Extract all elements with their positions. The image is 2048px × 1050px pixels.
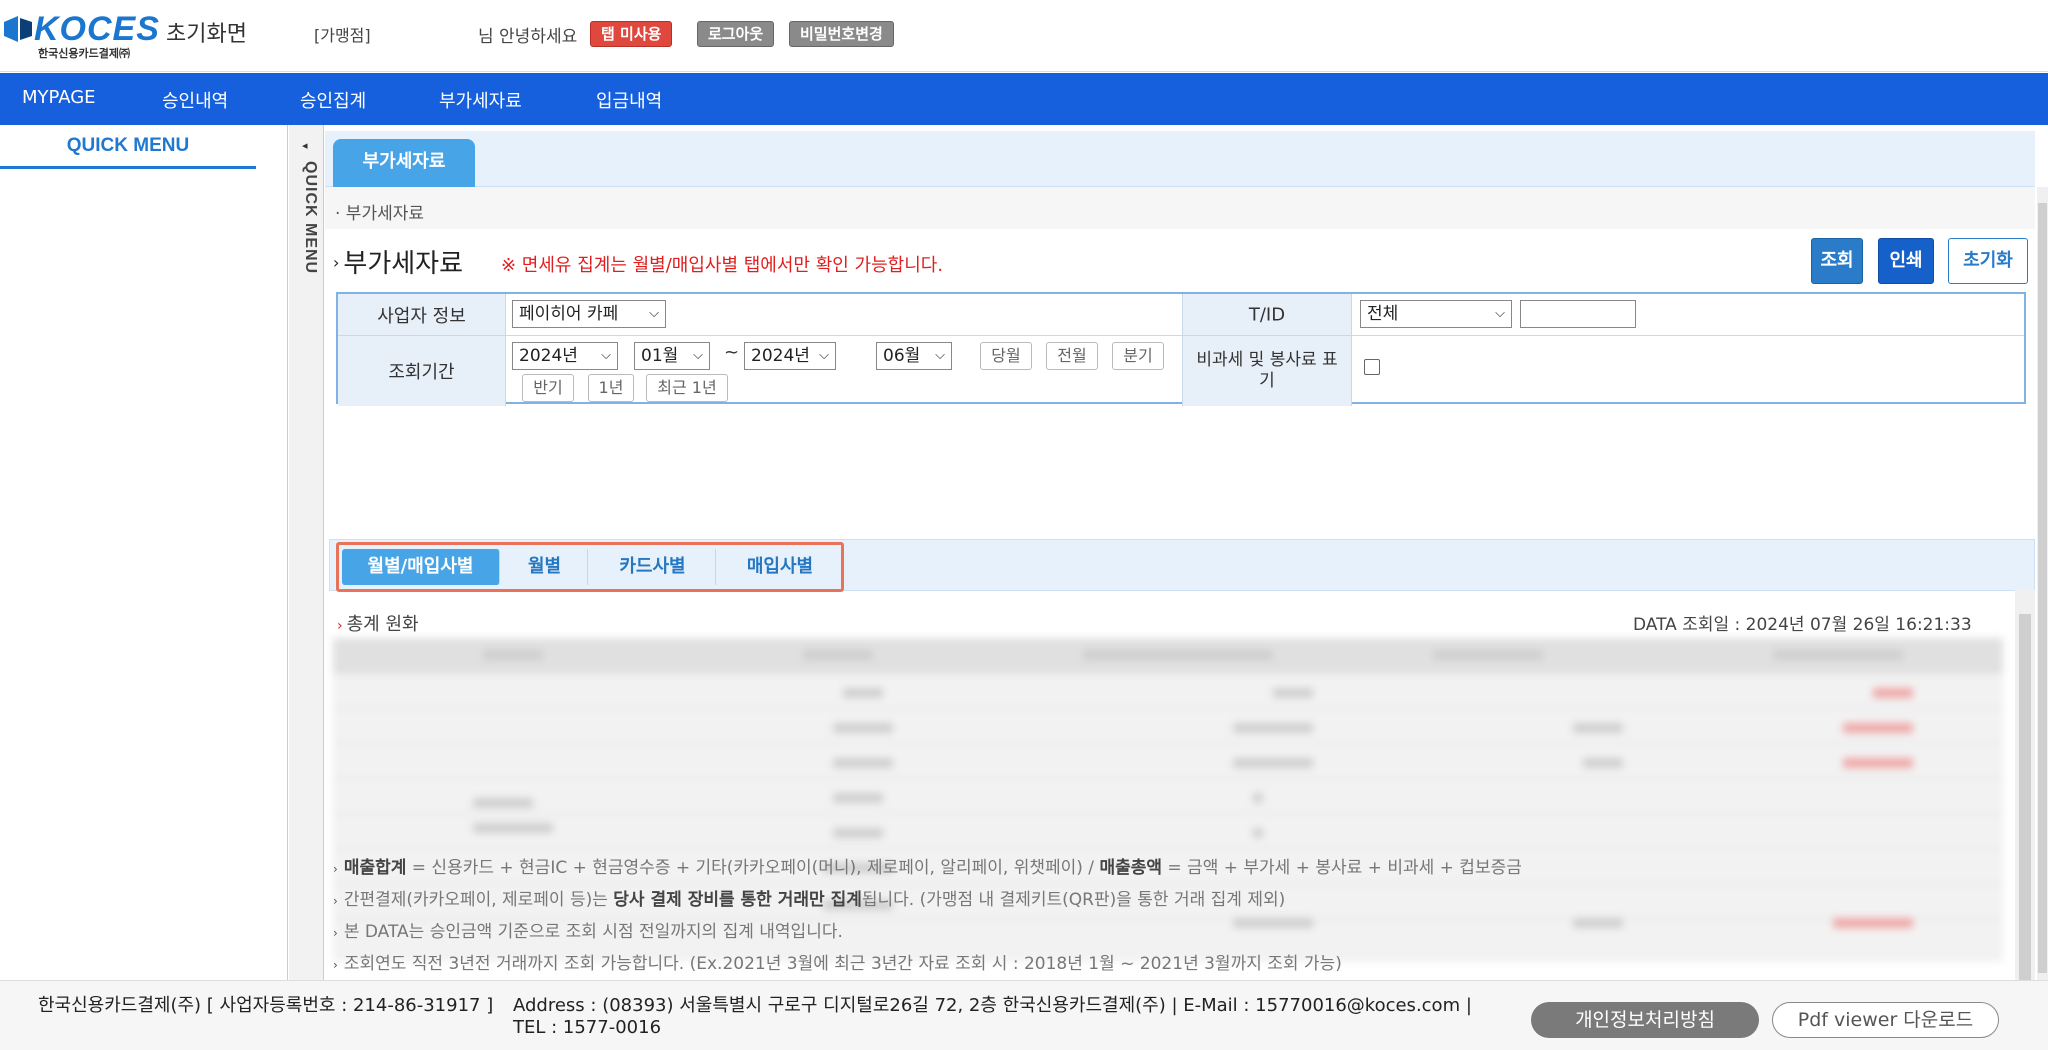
caret-icon: › xyxy=(333,253,340,272)
blurred-result-table xyxy=(333,638,2003,962)
tab-vat-data[interactable]: 부가세자료 xyxy=(333,139,475,187)
quarter-button[interactable]: 분기 xyxy=(1112,342,1164,370)
privacy-policy-button[interactable]: 개인정보처리방침 xyxy=(1531,1002,1759,1038)
prev-month-button[interactable]: 전월 xyxy=(1046,342,1098,370)
breadcrumb-bar: · 부가세자료 xyxy=(325,187,2035,229)
logo-mark-icon xyxy=(4,16,32,42)
quick-menu-vertical-label: QUICK MENU xyxy=(302,161,319,275)
chevron-down-icon: ⌵ xyxy=(1495,306,1505,321)
quick-menu-toggle[interactable]: ◂ QUICK MENU xyxy=(289,125,324,980)
note-data-basis: › 본 DATA는 승인금액 기준으로 조회 시점 전일까지의 집계 내역입니다. xyxy=(333,922,843,942)
collapse-arrow-icon[interactable]: ◂ xyxy=(302,139,308,152)
merchant-name: [가맹점] xyxy=(314,26,371,45)
note-query-range: › 조회연도 직전 3년전 거래까지 조회 가능합니다. (Ex.2021년 3월… xyxy=(333,954,1342,974)
pdf-viewer-download-button[interactable]: Pdf viewer 다운로드 xyxy=(1772,1002,1999,1038)
tid-select[interactable]: 전체 ⌵ xyxy=(1360,300,1512,328)
quick-menu-panel: QUICK MENU xyxy=(0,125,288,980)
filter-table: 사업자 정보 페이히어 카페 ⌵ T/ID 전체 ⌵ 조회기간 2024년 ⌵ 01월… xyxy=(336,292,2026,406)
greeting-text: 님 안녕하세요 xyxy=(478,27,578,47)
note-easy-pay: › 간편결제(카카오페이, 제로페이 등)는 당사 결제 장비를 통한 거래만 집… xyxy=(333,890,1286,910)
logo-text: KOCES xyxy=(34,10,160,48)
chevron-down-icon: ⌵ xyxy=(935,348,945,363)
nav-approval-history[interactable]: 승인내역 xyxy=(162,87,228,113)
search-button[interactable]: 조회 xyxy=(1811,238,1863,284)
main-nav: MYPAGE 승인내역 승인집계 부가세자료 입금내역 xyxy=(0,73,2048,125)
section-title-text: 부가세자료 xyxy=(343,249,464,279)
recent-one-year-button[interactable]: 최근 1년 xyxy=(646,374,728,402)
tid-label: T/ID xyxy=(1182,294,1352,335)
result-tab-bar: 월별/매입사별 월별 카드사별 매입사별 xyxy=(329,539,2035,592)
print-button[interactable]: 인쇄 xyxy=(1878,238,1934,284)
business-select[interactable]: 페이히어 카페 ⌵ xyxy=(512,300,666,328)
caret-icon: › xyxy=(337,618,343,634)
start-month-select[interactable]: 01월 ⌵ xyxy=(634,342,710,370)
content-area: 부가세자료 · 부가세자료 › 부가세자료 ※ 면세유 집계는 월별/매입사별 탭… xyxy=(325,125,2048,1050)
taxfree-label: 비과세 및 봉사료 표기 xyxy=(1182,336,1352,406)
end-month-select[interactable]: 06월 ⌵ xyxy=(876,342,952,370)
tab-monthly[interactable]: 월별 xyxy=(502,549,588,585)
tab-unused-button[interactable]: 탭 미사용 xyxy=(590,21,673,47)
total-label: › 총계 원화 xyxy=(337,614,419,635)
chevron-down-icon: ⌵ xyxy=(649,306,659,321)
page-tab-bar: 부가세자료 xyxy=(325,131,2035,187)
start-year-select[interactable]: 2024년 ⌵ xyxy=(512,342,618,370)
filter-row-period: 조회기간 2024년 ⌵ 01월 ⌵ ~ 2024년 ⌵ 06월 ⌵ 당월 전월 분기 … xyxy=(338,336,2024,406)
tab-by-acquirer[interactable]: 매입사별 xyxy=(718,549,842,585)
quick-menu-title: QUICK MENU xyxy=(0,135,256,169)
footer: 한국신용카드결제(주) [ 사업자등록번호 : 214-86-31917 ] A… xyxy=(0,980,2048,1050)
chevron-down-icon: ⌵ xyxy=(601,348,611,363)
tid-input[interactable] xyxy=(1520,300,1636,328)
footer-company: 한국신용카드결제(주) [ 사업자등록번호 : 214-86-31917 ] xyxy=(38,995,494,1016)
this-month-button[interactable]: 당월 xyxy=(980,342,1032,370)
business-info-label: 사업자 정보 xyxy=(338,294,506,335)
nav-deposit-history[interactable]: 입금내역 xyxy=(596,87,662,113)
result-tab-highlight: 월별/매입사별 월별 카드사별 매입사별 xyxy=(336,542,844,592)
tab-by-card-company[interactable]: 카드사별 xyxy=(590,549,716,585)
change-password-button[interactable]: 비밀번호변경 xyxy=(789,21,894,47)
taxfree-checkbox[interactable] xyxy=(1364,359,1380,375)
koces-logo[interactable]: KOCES 한국신용카드결제㈜ xyxy=(4,10,160,60)
logo-subtitle: 한국신용카드결제㈜ xyxy=(38,47,130,60)
page-scrollbar[interactable] xyxy=(2037,187,2048,980)
page-scrollbar-thumb[interactable] xyxy=(2038,203,2047,973)
chevron-down-icon: ⌵ xyxy=(693,348,703,363)
period-label: 조회기간 xyxy=(338,336,506,406)
range-tilde: ~ xyxy=(724,342,740,363)
note-sales-total: › 매출합계 = 신용카드 + 현금IC + 현금영수증 + 기타(카카오페이(머… xyxy=(333,858,1522,878)
chevron-down-icon: ⌵ xyxy=(819,348,829,363)
end-year-select[interactable]: 2024년 ⌵ xyxy=(744,342,836,370)
tab-monthly-by-acquirer[interactable]: 월별/매입사별 xyxy=(342,549,500,585)
home-link[interactable]: 초기화면 xyxy=(166,16,247,48)
data-query-date: DATA 조회일 : 2024년 07월 26일 16:21:33 xyxy=(1633,615,1972,635)
nav-mypage[interactable]: MYPAGE xyxy=(22,87,96,108)
logout-button[interactable]: 로그아웃 xyxy=(697,21,775,47)
taxfree-oil-notice: ※ 면세유 집계는 월별/매입사별 탭에서만 확인 가능합니다. xyxy=(501,255,944,276)
nav-vat-data[interactable]: 부가세자료 xyxy=(439,87,522,113)
breadcrumb: · 부가세자료 xyxy=(335,204,425,224)
half-year-button[interactable]: 반기 xyxy=(522,374,574,402)
nav-approval-summary[interactable]: 승인집계 xyxy=(300,87,366,113)
reset-button[interactable]: 초기화 xyxy=(1948,238,2028,284)
header: KOCES 한국신용카드결제㈜ 초기화면 [가맹점] 님 안녕하세요 탭 미사용… xyxy=(0,0,2048,72)
section-title: › 부가세자료 xyxy=(333,243,463,280)
footer-address: Address : (08393) 서울특별시 구로구 디지털로26길 72, … xyxy=(513,995,1472,1038)
filter-row-business: 사업자 정보 페이히어 카페 ⌵ T/ID 전체 ⌵ xyxy=(338,294,2024,336)
one-year-button[interactable]: 1년 xyxy=(588,374,634,402)
